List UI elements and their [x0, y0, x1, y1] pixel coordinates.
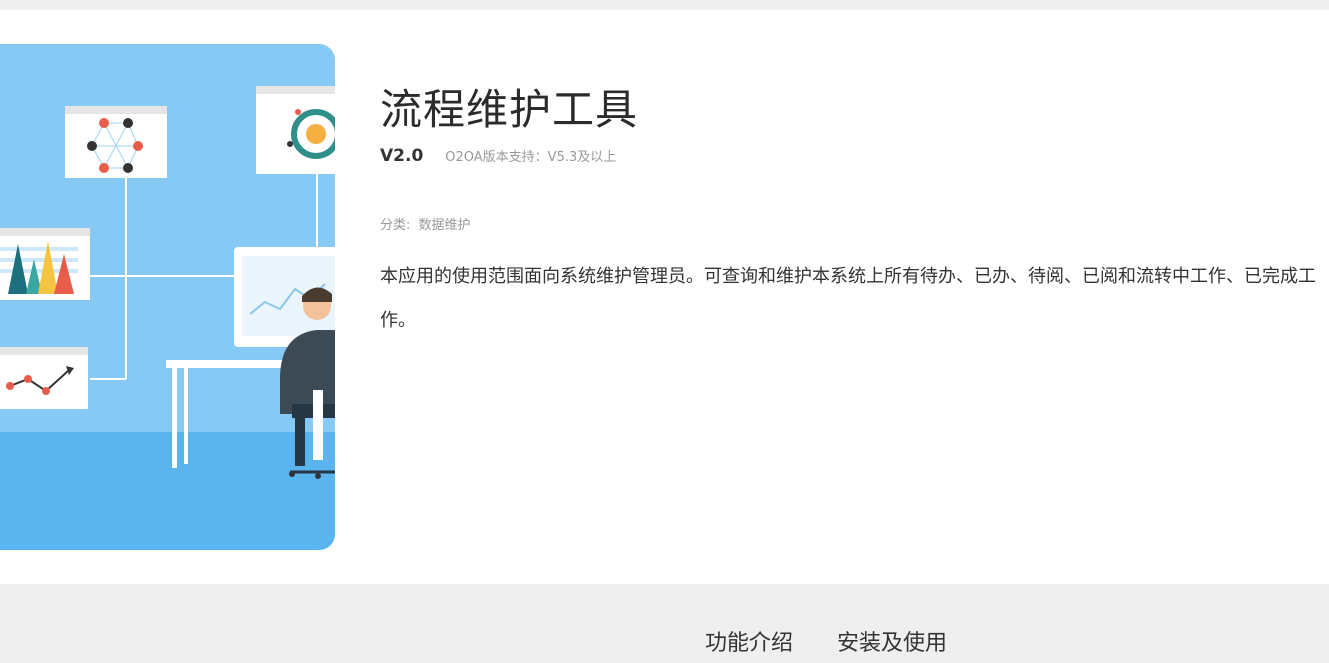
- detail-tabs: 功能介绍 安装及使用: [705, 628, 947, 660]
- version-support-text: O2OA版本支持：V5.3及以上: [445, 150, 617, 165]
- app-title: 流程维护工具: [380, 85, 639, 134]
- version-label: V2.0: [380, 146, 424, 166]
- category: 分类: 数据维护: [380, 214, 1329, 233]
- tab-features[interactable]: 功能介绍: [705, 628, 793, 660]
- app-cover-image: [0, 44, 335, 550]
- workflow-illustration: [0, 44, 335, 550]
- app-detail-card: 流程维护工具 V2.0 O2OA版本支持：V5.3及以上 分类: 数据维护 本应…: [0, 10, 1329, 584]
- tab-install-usage[interactable]: 安装及使用: [837, 628, 947, 660]
- category-value: 数据维护: [418, 218, 471, 233]
- category-label: 分类:: [380, 218, 411, 233]
- app-info: 流程维护工具 V2.0 O2OA版本支持：V5.3及以上 分类: 数据维护 本应…: [380, 82, 1329, 343]
- app-description: 本应用的使用范围面向系统维护管理员。可查询和维护本系统上所有待办、已办、待阅、已…: [380, 266, 1316, 331]
- app-meta: V2.0 O2OA版本支持：V5.3及以上: [380, 146, 1329, 166]
